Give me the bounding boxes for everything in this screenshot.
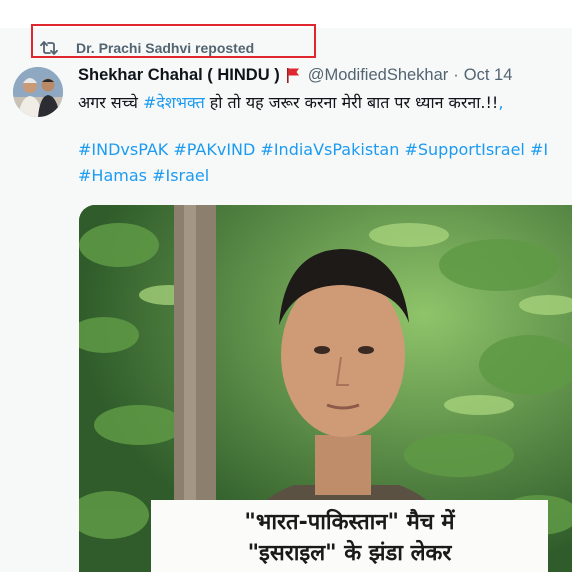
repost-indicator: Dr. Prachi Sadhvi reposted	[40, 38, 254, 58]
separator-dot: ·	[453, 65, 459, 84]
repost-icon	[40, 39, 62, 57]
caption-line-2: "इसराइल" के झंडा लेकर	[247, 541, 452, 566]
red-flag-icon	[286, 67, 300, 84]
hashtag-link[interactable]: #INDvsPAK	[78, 140, 168, 159]
hashtag-link[interactable]: #SupportIsrael	[404, 140, 524, 159]
image-caption: "भारत-पाकिस्तान" मैच में "इसराइल" के झंड…	[151, 500, 548, 572]
hashtag-line-2: #INDvsPAK #PAKvIND #IndiaVsPakistan #Sup…	[78, 140, 548, 159]
tweet-text: अगर सच्चे	[78, 93, 143, 112]
repost-user-link[interactable]: Dr. Prachi Sadhvi reposted	[76, 40, 254, 56]
caption-line-1: "भारत-पाकिस्तान" मैच में	[244, 510, 455, 535]
hashtag-link[interactable]: #IndiaVsPakistan	[260, 140, 399, 159]
hashtag-link[interactable]: #PAKvIND	[173, 140, 255, 159]
hashtag-line-3: #Hamas #Israel	[78, 166, 209, 185]
hashtag-link[interactable]: #Hamas	[78, 166, 147, 185]
author-display-name[interactable]: Shekhar Chahal ( HINDU )	[78, 66, 280, 85]
overflow-fragment: ,	[498, 93, 504, 112]
tweet-text-line-1: अगर सच्चे #देशभक्त हो तो यह जरूर करना मे…	[78, 91, 503, 113]
author-handle[interactable]: @ModifiedShekhar	[308, 66, 449, 85]
tweet-text: हो तो यह जरूर करना मेरी बात पर ध्यान करन…	[204, 93, 499, 112]
top-strip	[0, 0, 572, 28]
tweet-timestamp[interactable]: Oct 14	[464, 66, 513, 85]
hashtag-link[interactable]: #I	[530, 140, 548, 159]
avatar[interactable]	[13, 67, 63, 117]
tweet-header: Shekhar Chahal ( HINDU ) @ModifiedShekha…	[78, 63, 512, 87]
hashtag-link[interactable]: #Israel	[152, 166, 209, 185]
hashtag-link[interactable]: #देशभक्त	[143, 93, 205, 112]
